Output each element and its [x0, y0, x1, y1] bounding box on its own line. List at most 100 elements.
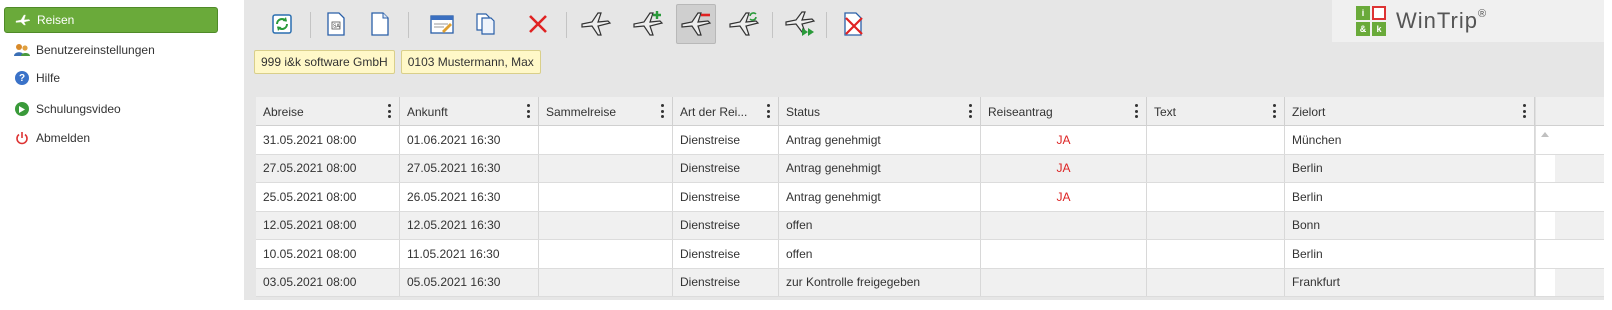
remove-trip-button[interactable] — [676, 4, 716, 44]
column-menu-icon[interactable] — [766, 104, 770, 118]
column-header-label: Zielort — [1292, 104, 1326, 119]
table-cell: Bonn — [1285, 211, 1535, 239]
sidebar: Reisen Benutzereinstellungen ? Hilfe Sch… — [0, 0, 222, 310]
new-document-button[interactable] — [362, 6, 398, 42]
table-row[interactable]: 31.05.2021 08:00 01.06.2021 16:30 Dienstre… — [256, 126, 1604, 155]
table-cell — [539, 183, 673, 211]
logo-mark: i & k — [1356, 6, 1386, 36]
column-menu-icon[interactable] — [1272, 104, 1276, 118]
table-cell: Antrag genehmigt — [779, 126, 981, 154]
table-cell: 27.05.2021 16:30 — [400, 154, 539, 182]
document-sa-icon: SA — [327, 12, 345, 36]
column-header[interactable]: Zielort — [1285, 97, 1535, 126]
table-cell: Dienstreise — [673, 268, 779, 296]
table-cell: Dienstreise — [673, 154, 779, 182]
logo-text: WinTrip — [1396, 8, 1478, 33]
scrollbar-track[interactable] — [1535, 268, 1555, 296]
table-cell: 27.05.2021 08:00 — [256, 154, 400, 182]
column-menu-icon[interactable] — [660, 104, 664, 118]
trip-button[interactable] — [578, 6, 614, 42]
table-cell — [1147, 240, 1285, 268]
sidebar-item-benutzereinstellungen[interactable]: Benutzereinstellungen — [4, 37, 218, 63]
play-icon — [14, 101, 30, 117]
cancel-document-button[interactable] — [836, 6, 872, 42]
table-row[interactable]: 25.05.2021 08:00 26.05.2021 16:30 Dienstre… — [256, 183, 1604, 212]
table-cell: JA — [981, 126, 1147, 154]
sidebar-item-hilfe[interactable]: ? Hilfe — [4, 65, 218, 91]
column-header-label: Status — [786, 104, 821, 119]
column-menu-icon[interactable] — [968, 104, 972, 118]
table-row[interactable]: 27.05.2021 08:00 27.05.2021 16:30 Dienstre… — [256, 154, 1604, 183]
column-menu-icon[interactable] — [1522, 104, 1526, 118]
refresh-icon — [272, 14, 292, 34]
table-cell — [539, 154, 673, 182]
sidebar-item-reisen[interactable]: Reisen — [4, 7, 218, 33]
toolbar: SA i & k WinTrip ® — [244, 0, 1604, 48]
sync-trip-button[interactable] — [726, 6, 762, 42]
column-header[interactable]: Ankunft — [400, 97, 539, 126]
add-trip-button[interactable] — [630, 6, 666, 42]
delete-button[interactable] — [520, 6, 556, 42]
users-icon — [14, 42, 30, 58]
column-menu-icon[interactable] — [387, 104, 391, 118]
scrollbar-track[interactable] — [1535, 211, 1555, 239]
trips-table: Abreise Ankunft Sammelreise Art der Rei... S… — [256, 97, 1604, 297]
column-header[interactable]: Sammelreise — [539, 97, 673, 126]
table-cell: Berlin — [1285, 240, 1535, 268]
column-header[interactable]: Reiseantrag — [981, 97, 1147, 126]
table-cell: Dienstreise — [673, 211, 779, 239]
scrollbar-track[interactable] — [1535, 240, 1555, 268]
column-header-label: Reiseantrag — [988, 104, 1053, 119]
scrollbar-track[interactable] — [1535, 154, 1555, 182]
column-header[interactable]: Art der Rei... — [673, 97, 779, 126]
forward-trip-button[interactable] — [782, 6, 818, 42]
table-cell: Antrag genehmigt — [779, 183, 981, 211]
copy-button[interactable] — [468, 6, 504, 42]
table-cell: offen — [779, 211, 981, 239]
power-icon — [14, 130, 30, 146]
document-cancel-icon — [844, 12, 863, 36]
delete-x-icon — [529, 15, 547, 33]
table-cell — [1147, 154, 1285, 182]
airplane-minus-icon — [681, 12, 712, 36]
column-header[interactable]: Status — [779, 97, 981, 126]
table-row[interactable]: 10.05.2021 08:00 11.05.2021 16:30 Dienstre… — [256, 240, 1604, 269]
company-chip[interactable]: 999 i&k software GmbH — [254, 50, 395, 74]
table-cell: 03.05.2021 08:00 — [256, 268, 400, 296]
table-cell — [539, 211, 673, 239]
scroll-up-icon[interactable] — [1541, 132, 1549, 137]
table-cell — [1147, 211, 1285, 239]
context-chips: 999 i&k software GmbH 0103 Mustermann, M… — [254, 50, 541, 74]
column-header-label: Abreise — [263, 104, 304, 119]
table-row[interactable]: 03.05.2021 08:00 05.05.2021 16:30 Dienstre… — [256, 268, 1604, 297]
table-cell: JA — [981, 154, 1147, 182]
sa-form-button[interactable]: SA — [318, 6, 354, 42]
sidebar-item-label: Hilfe — [36, 71, 61, 85]
table-cell — [539, 126, 673, 154]
column-header[interactable]: Text — [1147, 97, 1285, 126]
column-header[interactable]: Abreise — [256, 97, 400, 126]
table-cell: zur Kontrolle freigegeben — [779, 268, 981, 296]
user-chip[interactable]: 0103 Mustermann, Max — [400, 50, 541, 74]
copy-icon — [476, 13, 495, 35]
sidebar-item-label: Abmelden — [36, 131, 91, 145]
logo-registered: ® — [1477, 8, 1487, 20]
table-header: Abreise Ankunft Sammelreise Art der Rei... S… — [256, 97, 1604, 126]
blank-document-icon — [371, 12, 389, 36]
table-cell: 26.05.2021 16:30 — [400, 183, 539, 211]
scrollbar-track[interactable] — [1535, 183, 1555, 211]
table-cell: 01.06.2021 16:30 — [400, 126, 539, 154]
airplane-forward-icon — [785, 11, 816, 36]
edit-form-icon — [430, 15, 454, 34]
sidebar-item-abmelden[interactable]: Abmelden — [4, 125, 218, 151]
column-header-label: Text — [1154, 104, 1177, 119]
column-menu-icon[interactable] — [526, 104, 530, 118]
table-row[interactable]: 12.05.2021 08:00 12.05.2021 16:30 Dienstre… — [256, 211, 1604, 240]
table-cell: Berlin — [1285, 154, 1535, 182]
column-menu-icon[interactable] — [1134, 104, 1138, 118]
scrollbar-track[interactable] — [1535, 126, 1555, 154]
edit-button[interactable] — [424, 6, 460, 42]
sidebar-item-schulungsvideo[interactable]: Schulungsvideo — [4, 96, 218, 122]
refresh-button[interactable] — [264, 6, 300, 42]
table-cell — [1147, 183, 1285, 211]
